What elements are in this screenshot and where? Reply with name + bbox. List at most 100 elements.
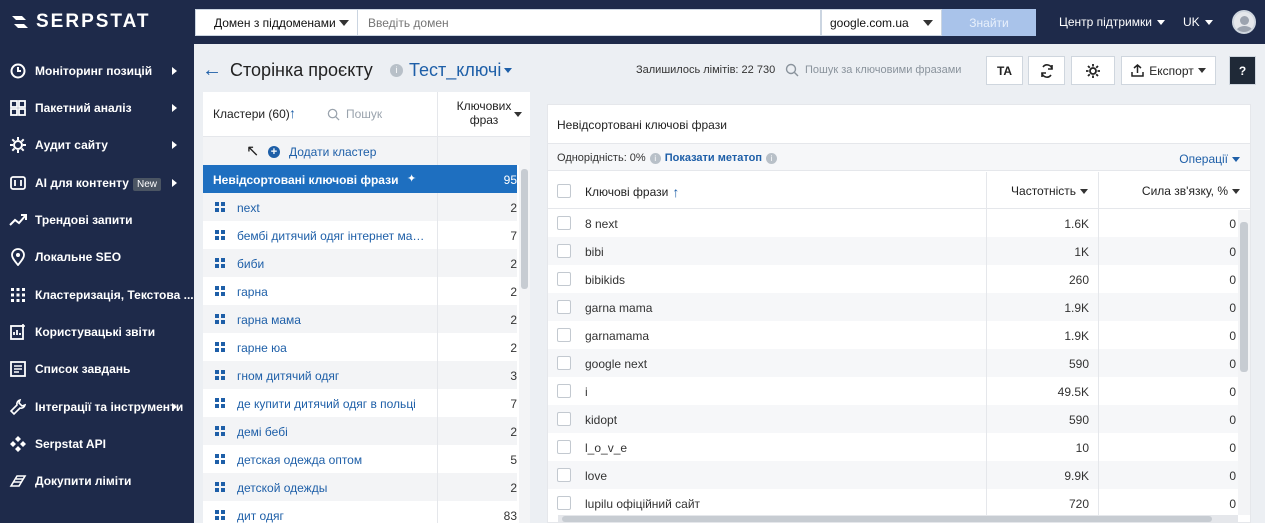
cluster-grid-icon [215, 398, 226, 409]
clusters-header: Кластери (60) ↑ Пошук Ключових фраз [203, 92, 530, 137]
column-header-keywords[interactable]: Ключові фрази ↑ [585, 184, 679, 200]
show-metatop-link[interactable]: Показати метатоп [665, 152, 762, 164]
row-checkbox[interactable] [557, 328, 571, 342]
cluster-row[interactable]: биби 2 [203, 249, 517, 277]
sidebar-item-local-seo[interactable]: Локальне SEO [0, 242, 194, 272]
cluster-row[interactable]: гарне юа 2 [203, 333, 517, 361]
cluster-row[interactable]: дит одяг 83 [203, 501, 517, 523]
sort-up-icon[interactable]: ↑ [289, 105, 296, 121]
sidebar-item-api[interactable]: Serpstat API [0, 429, 194, 459]
row-checkbox[interactable] [557, 468, 571, 482]
cluster-row[interactable]: демі бебі 2 [203, 417, 517, 445]
scrollbar-thumb[interactable] [1240, 222, 1248, 372]
cluster-row[interactable]: гарна мама 2 [203, 305, 517, 333]
refresh-icon [1040, 63, 1053, 78]
add-cluster-button[interactable]: ↖ + Додати кластер [203, 137, 437, 165]
cluster-search[interactable]: Пошук [327, 107, 382, 121]
row-checkbox[interactable] [557, 412, 571, 426]
info-icon[interactable]: i [649, 152, 661, 164]
cluster-row[interactable]: бембі дитячий одяг інтернет мага... 7 [203, 221, 517, 249]
cluster-row[interactable]: детская одежда оптом 5 [203, 445, 517, 473]
row-checkbox[interactable] [557, 496, 571, 510]
chevron-down-icon [923, 20, 933, 26]
language-menu[interactable]: UK [1183, 15, 1213, 29]
sidebar-item-integrations[interactable]: Інтеграції та інструменти [0, 392, 194, 422]
settings-button[interactable] [1071, 56, 1115, 85]
cluster-grid-icon [215, 454, 226, 465]
info-icon[interactable]: i [765, 152, 777, 164]
cluster-row-active[interactable]: Невідсортовані ключові фрази ✦ 95 [203, 165, 517, 193]
search-icon [327, 108, 340, 121]
cluster-row[interactable]: гарна 2 [203, 277, 517, 305]
refresh-button[interactable] [1028, 56, 1065, 85]
sidebar-item-audit[interactable]: Аудит сайту [0, 130, 194, 160]
clusters-title: Кластери (60) [213, 107, 290, 121]
support-menu[interactable]: Центр підтримки [1059, 15, 1165, 29]
select-all-checkbox[interactable] [557, 184, 571, 198]
row-checkbox[interactable] [557, 356, 571, 370]
keyword: lupilu офіційний сайт [585, 497, 701, 511]
row-checkbox[interactable] [557, 300, 571, 314]
sidebar-item-monitoring[interactable]: Моніторинг позицій [0, 56, 194, 86]
column-header-relevance[interactable]: Сила зв'язку, % [1098, 172, 1250, 209]
sidebar-item-label: Кластеризація, Текстова ... [35, 288, 194, 302]
help-button[interactable]: ? [1229, 56, 1256, 85]
search-engine-select[interactable]: google.com.ua [821, 9, 942, 36]
logo-text: SERPSTAT [36, 11, 151, 32]
sidebar-item-label: Моніторинг позицій [35, 64, 153, 78]
ta-button[interactable]: TA [986, 56, 1023, 85]
cluster-row[interactable]: next 2 [203, 193, 517, 221]
serpstat-logo[interactable]: SERPSTAT [10, 9, 151, 35]
cluster-grid-icon [215, 510, 226, 521]
chevron-right-icon [172, 67, 177, 75]
cluster-row[interactable]: детской одежды 2 [203, 473, 517, 501]
keywords-horizontal-scrollbar[interactable] [558, 515, 1238, 523]
find-button[interactable]: Знайти [942, 9, 1036, 36]
keyword-search[interactable]: Пошук за ключовими фразами [785, 63, 961, 77]
cluster-grid-icon [215, 202, 226, 213]
table-row: bibikids 260 0 [548, 265, 1238, 293]
sidebar-item-clustering[interactable]: Кластеризація, Текстова ... [0, 280, 194, 310]
frequency: 1K [986, 237, 1098, 265]
row-checkbox[interactable] [557, 440, 571, 454]
cluster-row[interactable]: де купити дитячий одяг в польці 7 [203, 389, 517, 417]
column-header-frequency[interactable]: Частотність [986, 172, 1098, 209]
sidebar-item-ai-content[interactable]: AI для контенту New [0, 168, 194, 198]
support-label: Центр підтримки [1059, 15, 1152, 29]
column-header-keyword-count[interactable]: Ключових фраз [437, 92, 530, 137]
relevance: 0 [1098, 349, 1238, 377]
domain-input[interactable] [358, 9, 821, 36]
chevron-down-icon [1232, 189, 1240, 195]
scrollbar-thumb[interactable] [562, 516, 1212, 522]
chevron-down-icon [1156, 19, 1165, 25]
dots-icon [11, 288, 25, 302]
pin-icon[interactable]: ✦ [407, 172, 416, 185]
export-button[interactable]: Експорт [1121, 56, 1216, 85]
domain-mode-select[interactable]: Домен з піддоменами [195, 9, 358, 36]
cluster-row[interactable]: гном дитячий одяг 3 [203, 361, 517, 389]
sidebar-item-buy-limits[interactable]: Докупити ліміти [0, 466, 194, 496]
keywords-scrollbar[interactable] [1238, 210, 1250, 515]
chevron-right-icon [172, 104, 177, 112]
sidebar-item-reports[interactable]: Користувацькі звіти [0, 317, 194, 347]
trend-icon [9, 214, 27, 226]
sidebar-item-trends[interactable]: Трендові запити [0, 205, 194, 235]
cluster-name: де купити дитячий одяг в польці [237, 397, 416, 411]
avatar[interactable] [1232, 10, 1256, 34]
project-select[interactable]: Тест_ключі [409, 60, 513, 81]
sidebar-item-tasks[interactable]: Список завдань [0, 354, 194, 384]
cluster-count: 7 [510, 229, 517, 243]
info-icon[interactable]: i [390, 64, 403, 77]
back-arrow-icon[interactable]: ← [202, 59, 222, 82]
keyword: bibi [585, 245, 604, 259]
clusters-scrollbar[interactable] [519, 165, 530, 523]
row-checkbox[interactable] [557, 384, 571, 398]
language-label: UK [1183, 15, 1200, 29]
scrollbar-thumb[interactable] [521, 169, 528, 289]
operations-menu[interactable]: Операції [1179, 152, 1240, 166]
row-checkbox[interactable] [557, 272, 571, 286]
row-checkbox[interactable] [557, 216, 571, 230]
gear-icon [10, 137, 26, 153]
sidebar-item-batch[interactable]: Пакетний аналіз [0, 93, 194, 123]
row-checkbox[interactable] [557, 244, 571, 258]
